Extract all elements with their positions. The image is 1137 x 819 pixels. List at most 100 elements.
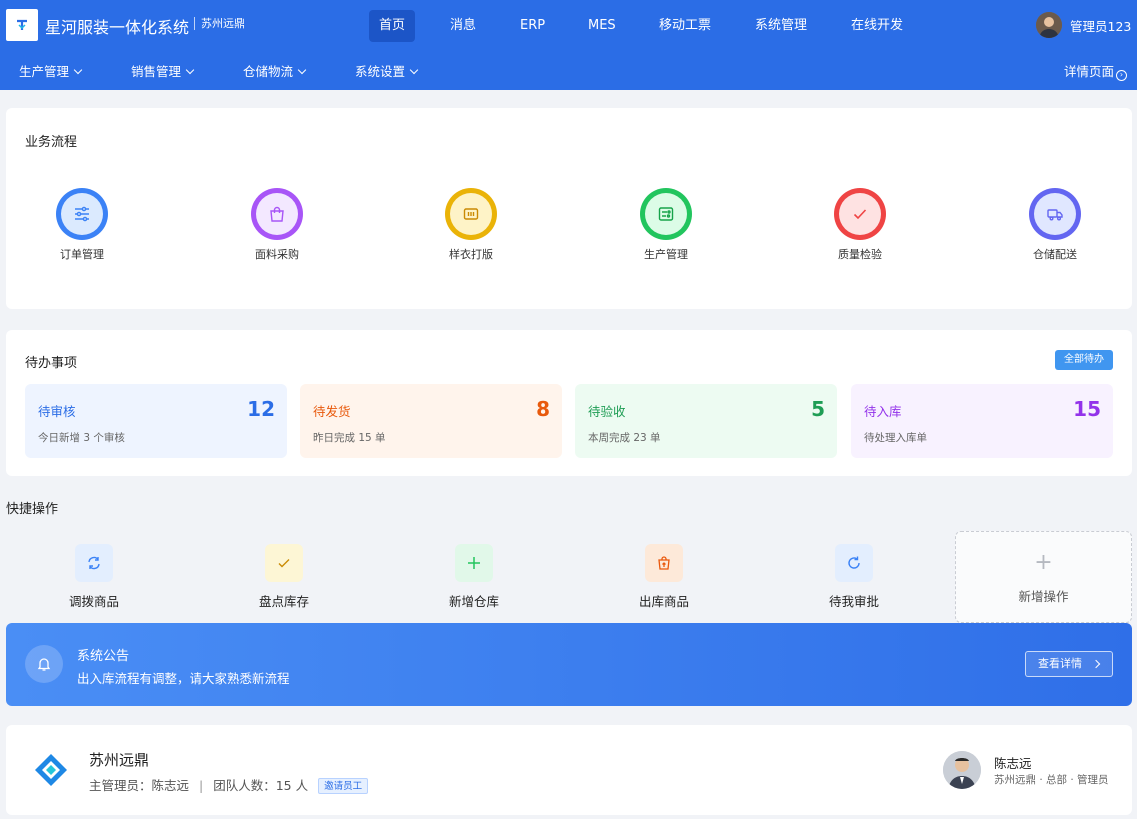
menu-production[interactable]: 生产管理 [19,61,83,80]
todo-pending-inbound[interactable]: 待入库 15 待处理入库单 [851,384,1113,458]
flow-inner [645,193,687,235]
quick-transfer-goods[interactable]: 调拨商品 [34,544,154,610]
todo-sub: 待处理入库单 [864,432,927,444]
admin-name: 陈志远 [994,756,1032,771]
flow-warehouse-delivery[interactable]: 仓储配送 [1005,188,1105,262]
quick-add-warehouse[interactable]: 新增仓库 [414,544,534,610]
notice-title: 系统公告 [77,649,130,664]
notice-text: 出入库流程有调整，请大家熟悉新流程 [77,671,290,686]
flow-label: 生产管理 [644,248,688,261]
add-action-label: 新增操作 [1018,589,1069,604]
tab-mobile-ticket[interactable]: 移动工票 [649,10,721,42]
quick-icon-box [265,544,303,582]
quick-icon-box [75,544,113,582]
quick-actions-title: 快捷操作 [6,502,59,517]
todo-sub: 今日新增 3 个审核 [38,432,125,444]
menu-settings[interactable]: 系统设置 [355,61,419,80]
top-bar: 星河服装一体化系统 苏州远鼎 首页 消息 ERP MES 移动工票 系统管理 在… [0,0,1137,90]
user-avatar[interactable] [1036,12,1062,38]
menu-label: 销售管理 [131,64,182,79]
person-icon [1036,12,1062,38]
bag-out-icon [658,556,670,570]
flow-quality-inspection[interactable]: 质量检验 [810,188,910,262]
check-icon [278,559,290,568]
rotate-icon [848,556,860,569]
chevron-down-icon [185,65,195,75]
quick-outbound-goods[interactable]: 出库商品 [604,544,724,610]
tab-erp[interactable]: ERP [510,10,555,42]
quick-icon-box [835,544,873,582]
tab-home[interactable]: 首页 [369,10,416,42]
flow-inner [450,193,492,235]
flow-circle [1029,188,1081,240]
quick-pending-approval[interactable]: 待我审批 [794,544,914,610]
tab-system-admin[interactable]: 系统管理 [745,10,817,42]
flow-label: 样衣打版 [449,248,493,261]
todo-label: 待发货 [313,404,351,419]
todo-card: 待办事项 全部待办 待审核 12 今日新增 3 个审核 待发货 8 昨日完成 1… [6,330,1132,476]
flow-circle [640,188,692,240]
team-admin: 主管理员：陈志远 [89,778,190,793]
flow-circle [834,188,886,240]
company-name: 苏州远鼎 [194,17,245,30]
flow-circle [445,188,497,240]
todo-count: 15 [1073,397,1101,421]
todo-pending-review[interactable]: 待审核 12 今日新增 3 个审核 [25,384,287,458]
flow-label: 质量检验 [838,248,882,261]
flow-label: 订单管理 [60,248,104,261]
flow-inner [256,193,298,235]
shopping-bag-icon [270,206,284,222]
refresh-icon [88,556,100,570]
todo-count: 12 [247,397,275,421]
button-label: 查看详情 [1038,657,1082,670]
quick-icon-box [645,544,683,582]
flow-production-management[interactable]: 生产管理 [616,188,716,262]
flow-fabric-purchase[interactable]: 面料采购 [227,188,327,262]
app-logo[interactable] [6,9,38,41]
add-quick-action[interactable]: + 新增操作 [955,531,1132,623]
flow-inner [61,193,103,235]
menu-warehouse[interactable]: 仓储物流 [243,61,307,80]
todo-pending-acceptance[interactable]: 待验收 5 本周完成 23 单 [575,384,837,458]
flow-order-management[interactable]: 订单管理 [32,188,132,262]
invite-employee-button[interactable]: 邀请员工 [318,778,369,794]
quick-label: 待我审批 [828,594,879,609]
chevron-down-icon [409,65,419,75]
quick-label: 调拨商品 [68,594,119,609]
flow-label: 仓储配送 [1033,248,1077,261]
quick-label: 出库商品 [638,594,689,609]
chevron-down-icon [73,65,83,75]
flow-circle [251,188,303,240]
menu-label: 仓储物流 [243,64,294,79]
tab-mes[interactable]: MES [578,10,626,42]
company-logo-icon [35,754,67,786]
pattern-icon [463,208,479,220]
flow-sample-pattern[interactable]: 样衣打版 [421,188,521,262]
admin-avatar[interactable] [943,751,981,789]
bell-icon [25,645,63,683]
todo-count: 5 [811,397,825,421]
person-icon [943,751,981,789]
app-title: 星河服装一体化系统 [45,18,190,37]
detail-page-link[interactable]: 详情页面 › [1064,61,1128,81]
tab-online-dev[interactable]: 在线开发 [841,10,913,42]
detail-link-label: 详情页面 [1064,64,1115,79]
todo-sub: 昨日完成 15 单 [313,432,386,444]
bell-shape [37,658,51,671]
system-notice-banner: 系统公告 出入库流程有调整，请大家熟悉新流程 查看详情 [6,623,1132,706]
sliders-icon [75,206,89,222]
tab-messages[interactable]: 消息 [440,10,486,42]
admin-role: 苏州远鼎 · 总部 · 管理员 [994,774,1109,786]
team-card: 苏州远鼎 主管理员：陈志远 | 团队人数：15 人 邀请员工 陈志远 苏州远鼎 … [6,725,1132,815]
menu-sales[interactable]: 销售管理 [131,61,195,80]
divider: | [199,778,204,793]
todo-pending-shipment[interactable]: 待发货 8 昨日完成 15 单 [300,384,562,458]
user-name[interactable]: 管理员123 [1070,16,1131,35]
todo-count: 8 [536,397,550,421]
card-title: 业务流程 [25,135,78,150]
plus-icon: + [1034,550,1053,575]
team-name: 苏州远鼎 [89,751,150,769]
all-todo-button[interactable]: 全部待办 [1055,350,1113,370]
quick-inventory-check[interactable]: 盘点库存 [224,544,344,610]
view-details-button[interactable]: 查看详情 [1025,651,1113,677]
